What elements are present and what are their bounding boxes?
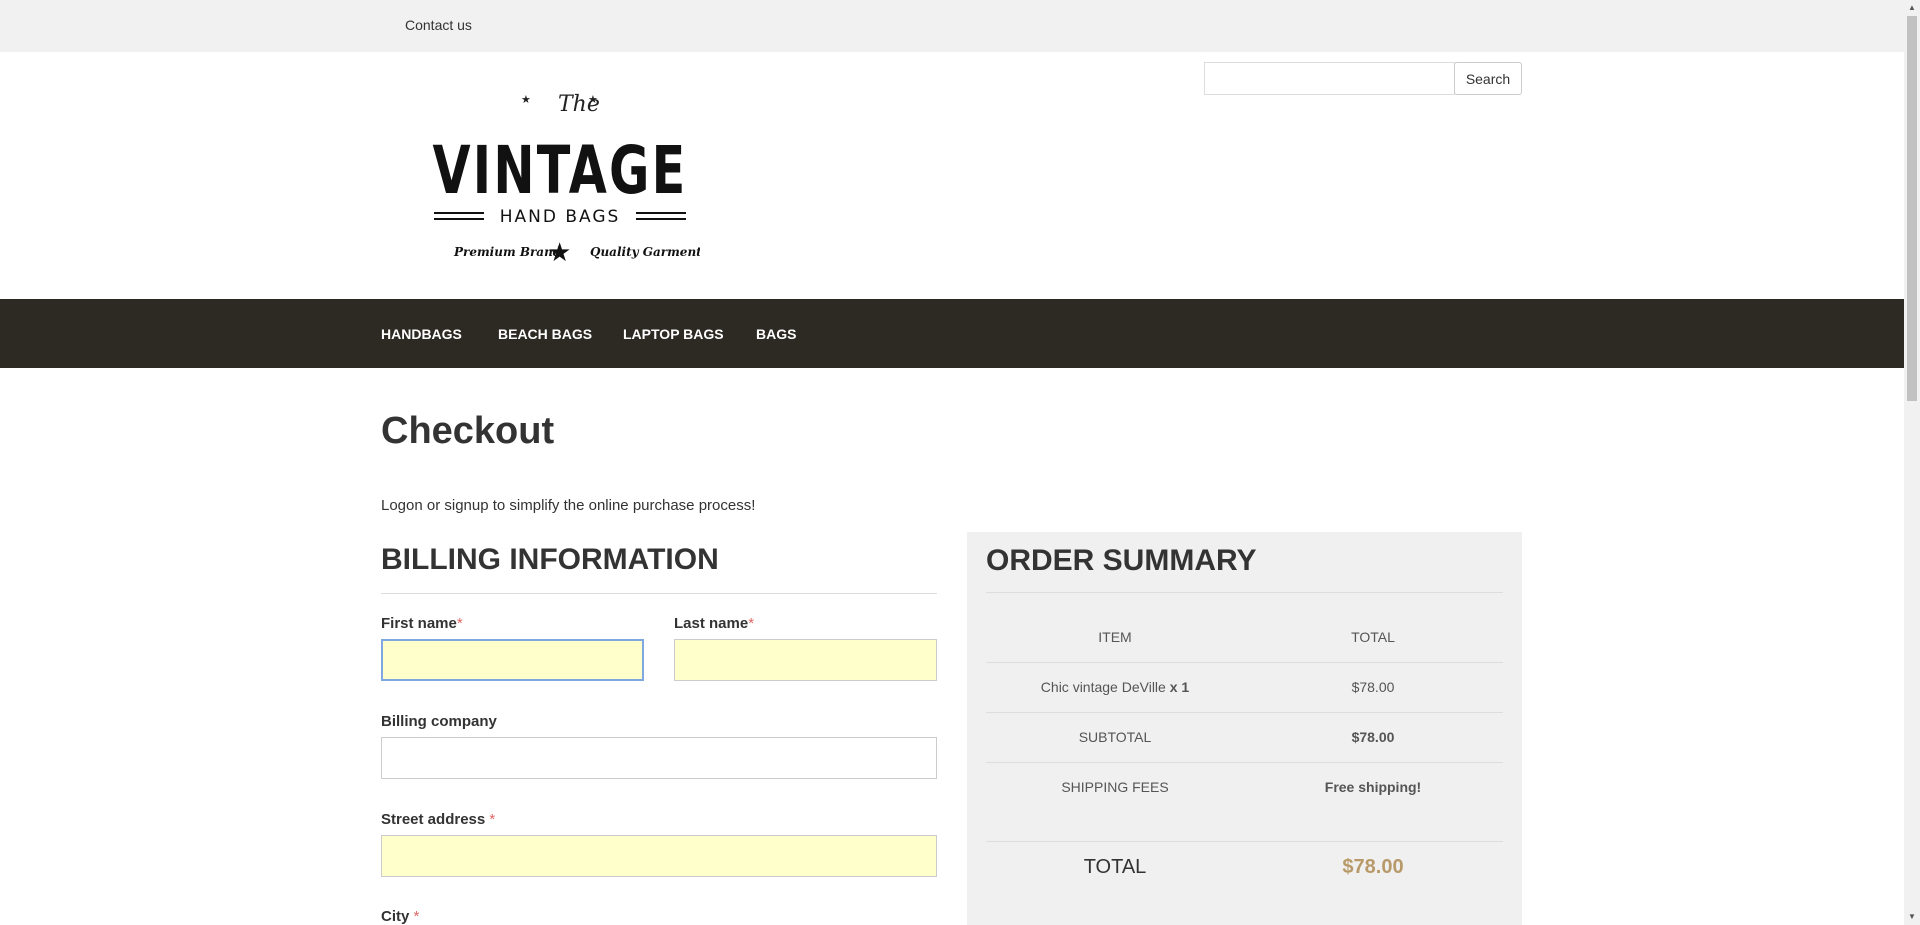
page-title: Checkout [381, 410, 555, 452]
logo-line [434, 212, 484, 214]
top-bar: Contact us [0, 0, 1904, 52]
first-name-label: First name* [381, 615, 463, 632]
required-marker: * [456, 615, 463, 632]
city-label: City * [381, 908, 420, 925]
search-input[interactable] [1204, 62, 1455, 95]
logo-handbags: HAND BAGS [500, 207, 621, 227]
summary-header-row: ITEM TOTAL [986, 613, 1503, 663]
last-name-label: Last name* [674, 615, 755, 632]
total-label: TOTAL [1083, 856, 1147, 878]
nav-item-beach-bags[interactable]: BEACH BAGS [498, 326, 592, 342]
required-marker: * [413, 908, 420, 925]
nav-item-laptop-bags[interactable]: LAPTOP BAGS [623, 326, 724, 342]
summary-total-row: TOTAL $78.00 [986, 842, 1503, 892]
summary-subtotal-row: SUBTOTAL $78.00 [986, 713, 1503, 763]
logo-star-right: ★ [588, 93, 598, 106]
item-name: Chic vintage DeVille [1040, 679, 1166, 695]
main-navigation: HANDBAGS BEACH BAGS LAPTOP BAGS BAGS [0, 299, 1904, 368]
street-address-field[interactable] [381, 835, 937, 877]
col-item-header: ITEM [1098, 629, 1132, 645]
intro-text: Logon or signup to simplify the online p… [381, 497, 756, 514]
logo-premium: Premium Brand [453, 245, 562, 259]
nav-item-handbags[interactable]: HANDBAGS [381, 326, 462, 342]
billing-divider [381, 593, 937, 594]
logo-line [636, 218, 686, 220]
item-cell: Chic vintage DeVille x 1 [986, 679, 1244, 695]
vertical-scrollbar[interactable]: ▲ ▼ [1904, 0, 1920, 925]
scroll-down-icon[interactable]: ▼ [1904, 909, 1920, 925]
shipping-label: SHIPPING FEES [1061, 779, 1169, 795]
logo-star-center: ★ [548, 238, 571, 268]
required-marker: * [748, 615, 755, 632]
contact-us-link[interactable]: Contact us [405, 17, 472, 33]
logo-vintage: VINTAGE [433, 132, 688, 209]
order-summary-panel: ORDER SUMMARY ITEM TOTAL Chic vintage De… [967, 532, 1522, 925]
billing-company-label: Billing company [381, 713, 497, 730]
vintage-handbags-logo[interactable]: ★ The ★ VINTAGE HAND BAGS Premium Brand … [420, 80, 701, 280]
subtotal-value: $78.00 [1351, 729, 1395, 745]
order-summary-title: ORDER SUMMARY [986, 544, 1257, 577]
summary-shipping-row: SHIPPING FEES Free shipping! [986, 763, 1503, 842]
search-button[interactable]: Search [1454, 62, 1522, 95]
shipping-value: Free shipping! [1324, 779, 1422, 795]
subtotal-label: SUBTOTAL [1078, 729, 1152, 745]
scroll-up-icon[interactable]: ▲ [1904, 0, 1920, 16]
last-name-field[interactable] [674, 639, 937, 681]
item-qty: x 1 [1169, 679, 1190, 695]
scrollbar-thumb[interactable] [1907, 16, 1917, 401]
billing-company-field[interactable] [381, 737, 937, 779]
required-marker: * [489, 811, 496, 828]
nav-item-bags[interactable]: BAGS [756, 326, 796, 342]
summary-item-row: Chic vintage DeVille x 1 $78.00 [986, 663, 1503, 713]
col-total-header: TOTAL [1351, 629, 1395, 645]
logo-line [434, 218, 484, 220]
logo-line [636, 212, 686, 214]
logo-quality: Quality Garments [590, 245, 700, 259]
first-name-field[interactable] [381, 639, 644, 681]
total-value: $78.00 [1342, 856, 1404, 878]
street-address-label: Street address * [381, 811, 496, 828]
summary-divider [986, 592, 1503, 593]
billing-title: BILLING INFORMATION [381, 543, 719, 576]
logo-star-left: ★ [521, 93, 531, 106]
item-price: $78.00 [1351, 679, 1395, 695]
